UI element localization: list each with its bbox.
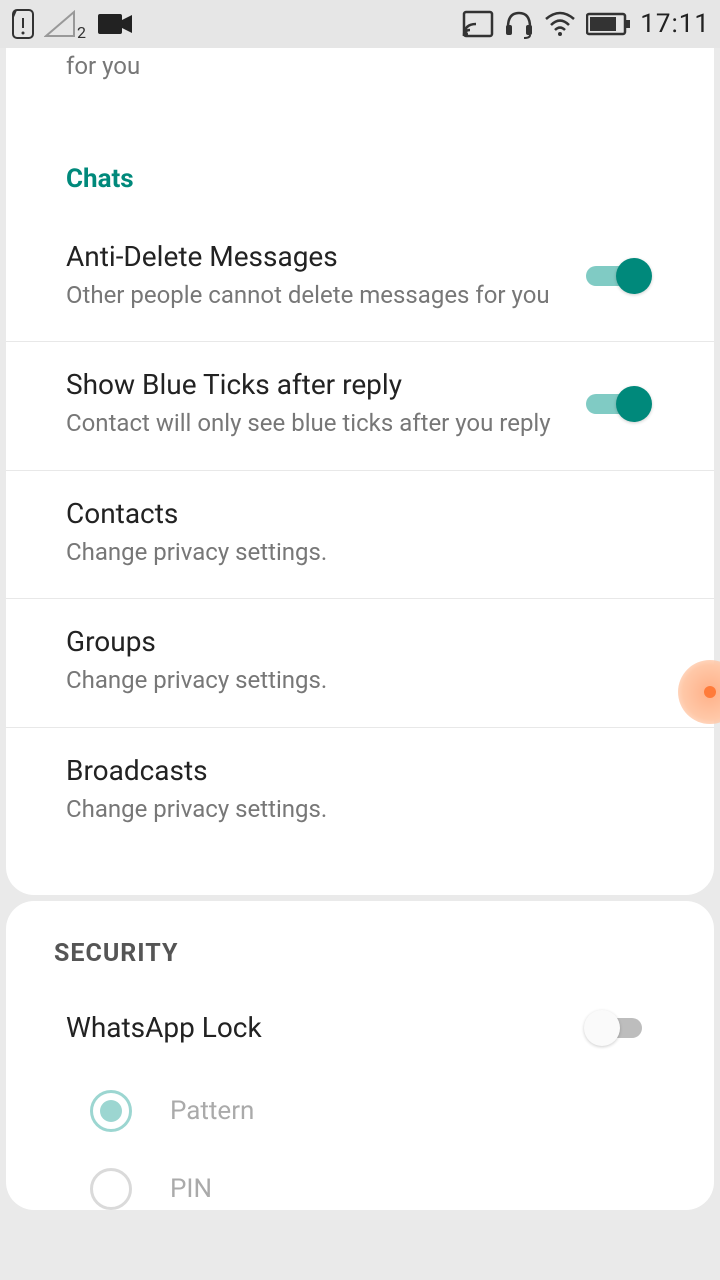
anti-delete-subtitle: Other people cannot delete messages for … — [66, 279, 568, 311]
chats-section-header: Chats — [6, 92, 714, 214]
blue-ticks-row[interactable]: Show Blue Ticks after reply Contact will… — [6, 342, 714, 470]
pattern-label: Pattern — [170, 1096, 254, 1126]
battery-icon — [586, 12, 630, 36]
security-section-header: SECURITY — [6, 901, 714, 984]
whatsapp-lock-toggle[interactable] — [584, 1008, 654, 1048]
security-card: SECURITY WhatsApp Lock Pattern PIN — [6, 901, 714, 1210]
anti-delete-toggle[interactable] — [584, 256, 654, 296]
pin-label: PIN — [170, 1174, 212, 1204]
groups-title: Groups — [66, 625, 638, 658]
cast-icon — [462, 10, 494, 38]
sim-slot-badge: 2 — [77, 23, 86, 42]
blue-ticks-toggle[interactable] — [584, 384, 654, 424]
pin-radio-row[interactable]: PIN — [6, 1150, 714, 1210]
sim-alert-icon — [10, 8, 36, 40]
contacts-row[interactable]: Contacts Change privacy settings. — [6, 471, 714, 599]
video-camera-icon — [98, 12, 134, 36]
status-bar: 2 17:11 — [0, 0, 720, 48]
contacts-subtitle: Change privacy settings. — [66, 536, 638, 568]
headset-icon — [504, 9, 534, 39]
broadcasts-subtitle: Change privacy settings. — [66, 793, 638, 825]
groups-subtitle: Change privacy settings. — [66, 664, 638, 696]
broadcasts-title: Broadcasts — [66, 754, 638, 787]
blue-ticks-subtitle: Contact will only see blue ticks after y… — [66, 407, 568, 439]
chats-card: for you Chats Anti-Delete Messages Other… — [6, 48, 714, 895]
whatsapp-lock-row[interactable]: WhatsApp Lock — [6, 984, 714, 1072]
signal-empty-icon: 2 — [44, 10, 76, 38]
groups-row[interactable]: Groups Change privacy settings. — [6, 599, 714, 727]
whatsapp-lock-title: WhatsApp Lock — [66, 1011, 584, 1044]
anti-delete-row[interactable]: Anti-Delete Messages Other people cannot… — [6, 214, 714, 342]
broadcasts-row[interactable]: Broadcasts Change privacy settings. — [6, 728, 714, 855]
pin-radio[interactable] — [90, 1168, 132, 1210]
wifi-icon — [544, 11, 576, 37]
cutoff-previous-subtitle: for you — [6, 48, 714, 92]
pattern-radio[interactable] — [90, 1090, 132, 1132]
pattern-radio-row[interactable]: Pattern — [6, 1072, 714, 1150]
anti-delete-title: Anti-Delete Messages — [66, 240, 568, 273]
status-time: 17:11 — [640, 9, 710, 39]
contacts-title: Contacts — [66, 497, 638, 530]
blue-ticks-title: Show Blue Ticks after reply — [66, 368, 568, 401]
